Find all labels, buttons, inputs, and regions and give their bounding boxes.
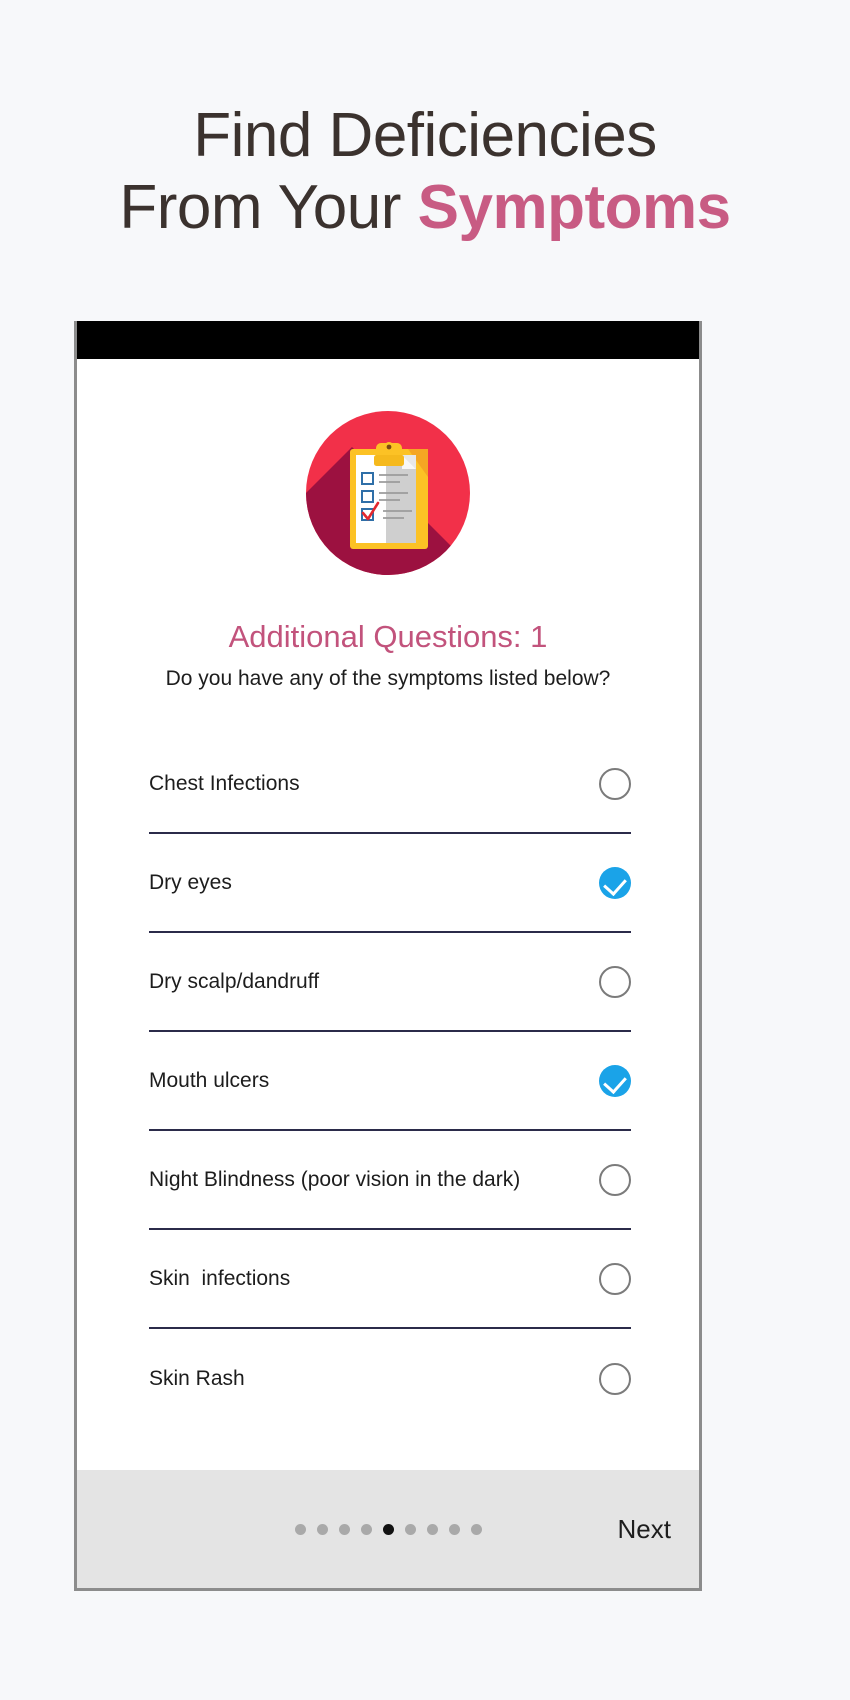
promo-line-2-plain: From Your [119,173,418,243]
symptom-radio-unchecked[interactable] [599,1362,631,1395]
clipboard-checklist-icon [306,411,470,575]
pagination-dot[interactable] [404,1523,416,1535]
pagination-dot[interactable] [426,1523,438,1535]
pagination-dots [77,1523,699,1535]
symptom-label: Skin Rash [149,1366,245,1390]
symptom-radio-unchecked[interactable] [599,767,631,800]
promo-line-2: From Your Symptoms [0,176,850,240]
symptom-label: Night Blindness (poor vision in the dark… [149,1167,521,1191]
symptom-row[interactable]: Dry scalp/dandruff [149,933,631,1032]
symptom-row[interactable]: Chest Infections [149,735,631,834]
pagination-dot[interactable] [338,1523,350,1535]
symptom-row[interactable]: Skin infections [149,1230,631,1329]
symptom-radio-unchecked[interactable] [599,1262,631,1295]
clipboard-svg [350,442,428,549]
symptom-row[interactable]: Skin Rash [149,1329,631,1428]
bottom-bar: Next [77,1470,699,1588]
pagination-dot[interactable] [470,1523,482,1535]
question-title: Additional Questions: 1 [228,619,548,654]
symptom-row[interactable]: Night Blindness (poor vision in the dark… [149,1131,631,1230]
symptom-label: Skin infections [149,1266,291,1290]
pagination-dot[interactable] [294,1523,306,1535]
next-button[interactable]: Next [618,1514,671,1545]
question-subtitle: Do you have any of the symptoms listed b… [165,667,611,690]
symptom-list: Chest Infections Dry eyes Dry scalp/dandru… [77,735,699,1470]
app-icon-wrap [77,411,699,575]
promo-headline: Find Deficiencies From Your Symptoms [0,101,850,241]
status-bar [77,321,699,359]
symptom-radio-unchecked[interactable] [599,1163,631,1196]
symptom-radio-checked[interactable] [599,866,631,899]
symptom-label: Dry scalp/dandruff [149,969,320,993]
promo-line-2-accent: Symptoms [417,173,731,243]
symptom-radio-checked[interactable] [599,1064,631,1097]
symptom-radio-unchecked[interactable] [599,965,631,998]
pagination-dot[interactable] [316,1523,328,1535]
symptom-label: Mouth ulcers [149,1068,270,1092]
pagination-dot-active[interactable] [382,1523,394,1535]
phone-mockup: Additional Questions: 1 Do you have any … [74,321,702,1591]
symptom-row[interactable]: Mouth ulcers [149,1032,631,1131]
promo-line-1: Find Deficiencies [193,101,657,170]
symptom-row[interactable]: Dry eyes [149,834,631,933]
symptom-label: Dry eyes [149,870,232,894]
pagination-dot[interactable] [448,1523,460,1535]
symptom-label: Chest Infections [149,771,300,795]
pagination-dot[interactable] [360,1523,372,1535]
app-screen: Additional Questions: 1 Do you have any … [77,359,699,1588]
